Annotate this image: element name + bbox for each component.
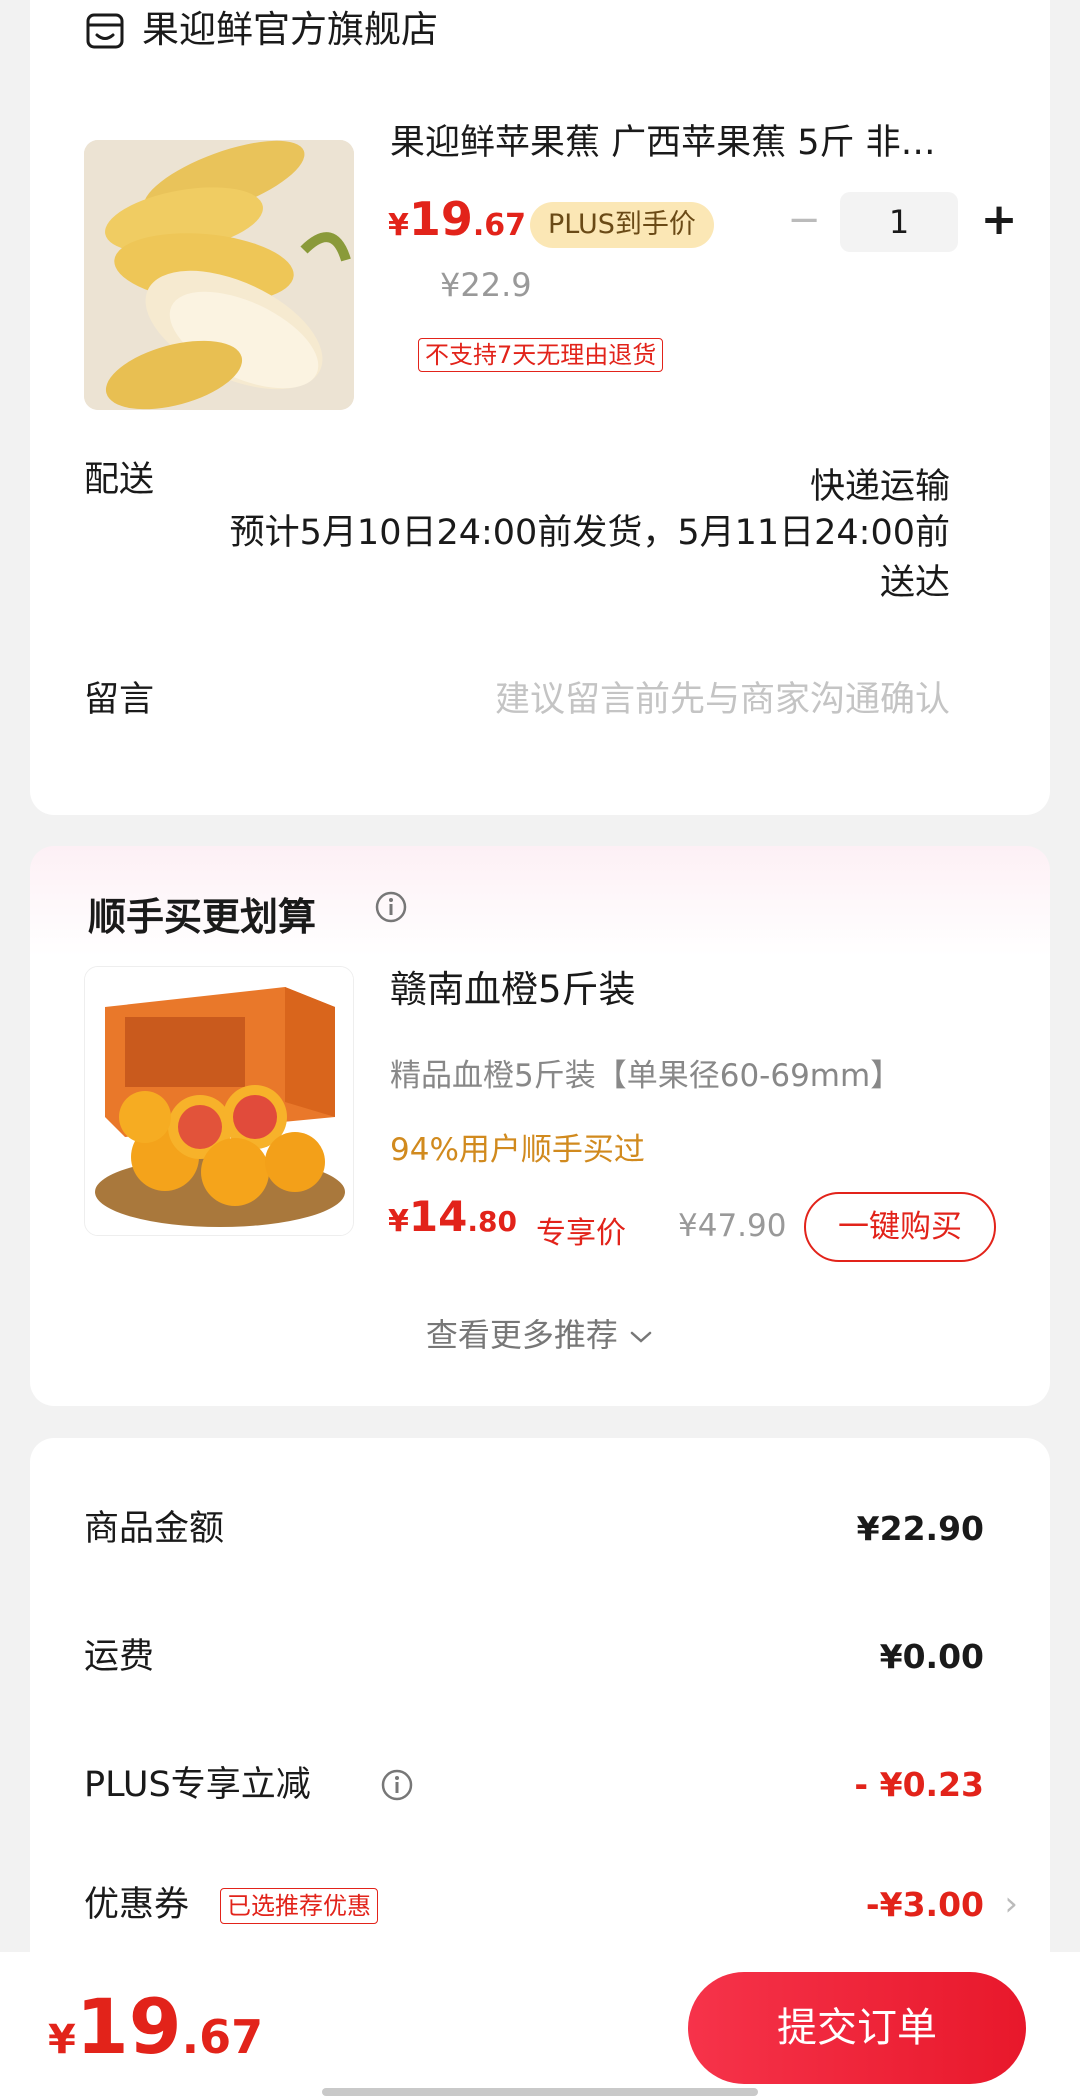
coupon-value: -¥3.00 (865, 1885, 984, 1924)
upsell-product-name[interactable]: 赣南血橙5斤装 (390, 966, 636, 1014)
plus-price-badge: PLUS到手价 (530, 202, 714, 248)
upsell-original-price: ¥47.90 (678, 1208, 787, 1244)
coupon-tag: 已选推荐优惠 (220, 1888, 378, 1924)
bottom-action-bar: ¥ 19 .67 提交订单 (0, 1952, 1080, 2100)
delivery-estimate-line1: 预计5月10日24:00前发货，5月11日24:00前 (229, 513, 950, 553)
shipping-fee-label: 运费 (84, 1637, 155, 1677)
coupon-label: 优惠券 (84, 1885, 190, 1925)
price-decimal: .67 (181, 2010, 264, 2064)
quantity-input[interactable]: 1 (840, 192, 958, 252)
exclusive-price-label: 专享价 (536, 1216, 626, 1251)
original-price: ¥22.9 (440, 266, 532, 304)
upsell-title: 顺手买更划算 (88, 895, 317, 939)
plus-discount-value: - ¥0.23 (854, 1765, 984, 1804)
product-price: ¥ 19 .67 (388, 192, 526, 248)
shipping-fee-value: ¥0.00 (879, 1637, 984, 1676)
upsell-product-image[interactable] (84, 966, 354, 1236)
coupon-row[interactable]: 优惠券 已选推荐优惠 -¥3.00 › (84, 1880, 1018, 1930)
price-decimal: .80 (467, 1205, 517, 1238)
upsell-product-description: 精品血橙5斤装【单果径60-69mm】 (390, 1058, 902, 1094)
more-recommendations-label: 查看更多推荐 (425, 1316, 618, 1354)
upsell-card: 顺手买更划算 赣南血橙5斤装 精品血橙5斤装【单果径60-69mm】 94%用户… (30, 846, 1050, 1406)
upsell-bought-rate: 94%用户顺手买过 (390, 1132, 645, 1168)
price-symbol: ¥ (388, 208, 409, 243)
store-order-card: 果迎鲜官方旗舰店 果迎鲜苹果蕉 广西苹果蕉 5斤 非… ¥ 19 .67 PLU… (30, 0, 1050, 815)
info-icon[interactable] (374, 890, 408, 924)
price-integer: 14 (408, 1192, 468, 1241)
delivery-estimate-line2: 送达 (879, 563, 950, 603)
price-symbol: ¥ (48, 2017, 76, 2063)
home-indicator[interactable] (322, 2088, 758, 2096)
delivery-type[interactable]: 快递运输 (810, 458, 950, 509)
plus-discount-row: PLUS专享立减 - ¥0.23 (84, 1760, 984, 1810)
store-icon (86, 13, 124, 49)
chevron-down-icon (630, 1331, 652, 1343)
return-policy-tag: 不支持7天无理由退货 (418, 338, 664, 372)
chevron-right-icon: › (1004, 1884, 1018, 1924)
total-price: ¥ 19 .67 (48, 1982, 263, 2071)
plus-discount-label: PLUS专享立减 (84, 1765, 311, 1805)
price-integer: 19 (75, 1982, 182, 2071)
goods-amount-row: 商品金额 ¥22.90 (84, 1504, 984, 1554)
quantity-decrease-button[interactable]: − (782, 192, 826, 248)
goods-amount-label: 商品金额 (84, 1509, 225, 1549)
delivery-estimate: 预计5月10日24:00前发货，5月11日24:00前 送达 (190, 508, 950, 608)
note-label: 留言 (84, 680, 155, 720)
more-recommendations-link[interactable]: 查看更多推荐 (30, 1310, 1050, 1356)
note-input[interactable] (390, 678, 950, 722)
price-symbol: ¥ (388, 1204, 409, 1239)
shipping-fee-row: 运费 ¥0.00 (84, 1632, 984, 1682)
price-decimal: .67 (472, 208, 527, 243)
store-name[interactable]: 果迎鲜官方旗舰店 (142, 8, 438, 52)
quantity-increase-button[interactable]: + (974, 192, 1024, 248)
product-title[interactable]: 果迎鲜苹果蕉 广西苹果蕉 5斤 非… (390, 120, 990, 166)
one-click-buy-button[interactable]: 一键购买 (804, 1192, 996, 1262)
delivery-label: 配送 (84, 460, 155, 500)
goods-amount-value: ¥22.90 (856, 1509, 984, 1548)
info-icon[interactable] (380, 1768, 414, 1802)
product-image[interactable] (84, 140, 354, 410)
price-integer: 19 (408, 192, 473, 246)
upsell-price: ¥ 14 .80 (388, 1192, 517, 1241)
submit-order-button[interactable]: 提交订单 (688, 1972, 1026, 2084)
